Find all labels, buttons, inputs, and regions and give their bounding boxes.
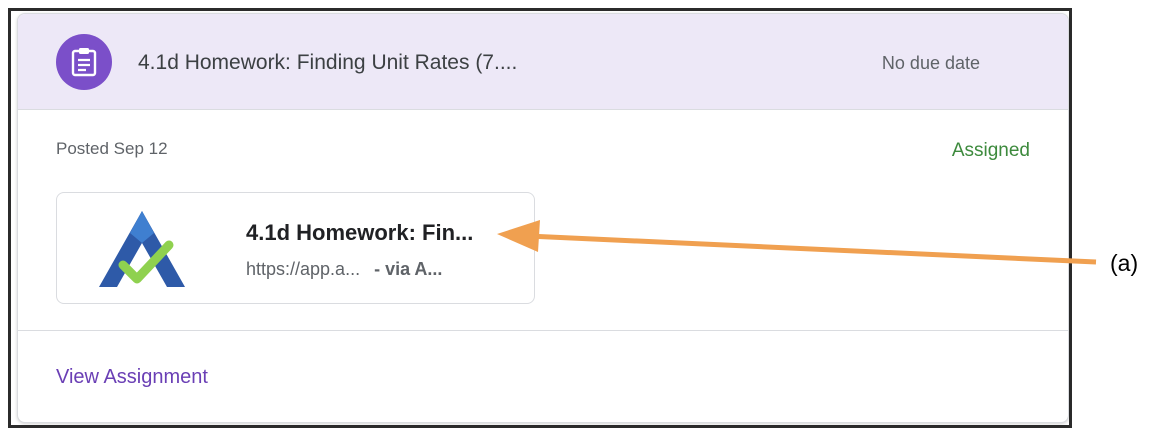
annotation-label: (a)	[1110, 250, 1139, 276]
annotation-arrow	[497, 220, 1097, 265]
